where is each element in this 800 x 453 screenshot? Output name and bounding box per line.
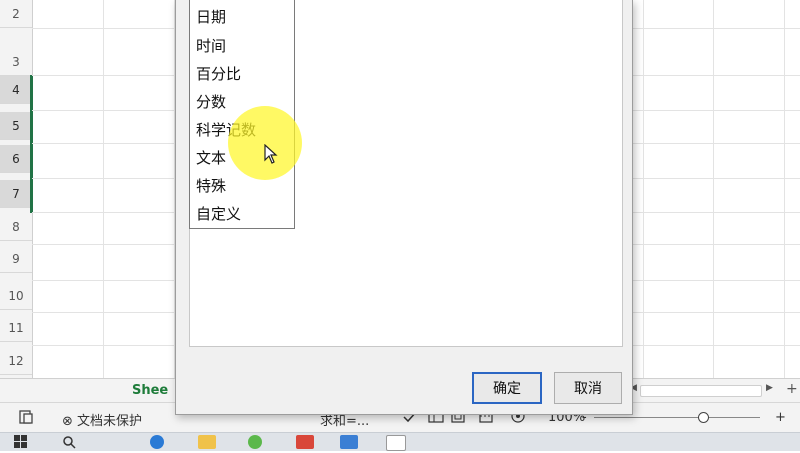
excel-icon[interactable] — [340, 435, 358, 449]
category-item-time[interactable]: 时间 — [196, 35, 226, 56]
row-gridline — [631, 75, 800, 76]
row-header[interactable]: 2 — [0, 0, 32, 28]
row-gridline — [32, 75, 175, 76]
sheet-tab[interactable]: Shee — [132, 379, 168, 403]
zoom-in-button[interactable]: + — [775, 410, 786, 425]
row-header-selected[interactable]: 5 — [0, 112, 32, 140]
zoom-slider-thumb[interactable] — [698, 412, 709, 423]
windows-taskbar — [0, 432, 800, 451]
row-gridline — [631, 110, 800, 111]
column-gridline — [784, 0, 785, 378]
selection-indicator — [30, 75, 33, 213]
category-item-fraction[interactable]: 分数 — [196, 91, 226, 112]
row-gridline — [631, 212, 800, 213]
row-gridline — [631, 143, 800, 144]
scroll-right-icon[interactable]: ▶ — [766, 383, 773, 393]
row-gridline — [32, 178, 175, 179]
mouse-cursor-icon — [264, 143, 278, 168]
row-gridline — [32, 110, 175, 111]
cursor-highlight — [228, 106, 302, 180]
row-header-selected[interactable]: 4 — [0, 76, 32, 104]
row-header[interactable]: 10 — [0, 282, 32, 310]
row-gridline — [32, 212, 175, 213]
column-gridline — [103, 0, 104, 378]
wechat-icon[interactable] — [248, 435, 262, 449]
row-header[interactable]: 8 — [0, 213, 32, 241]
row-gridline — [631, 345, 800, 346]
row-header-column: 2 3 4 5 6 7 8 9 10 11 12 — [0, 0, 33, 378]
folder-icon[interactable] — [198, 435, 216, 449]
row-header-selected[interactable]: 6 — [0, 145, 32, 173]
category-item-special[interactable]: 特殊 — [196, 175, 226, 196]
horizontal-scrollbar[interactable] — [640, 385, 762, 397]
windows-start-icon[interactable] — [14, 435, 32, 449]
cancel-button[interactable]: 取消 — [554, 372, 622, 404]
row-gridline — [32, 312, 175, 313]
app-icon[interactable] — [296, 435, 314, 449]
category-item-date[interactable]: 日期 — [196, 6, 226, 27]
row-gridline — [631, 280, 800, 281]
column-gridline — [713, 0, 714, 378]
category-item-percentage[interactable]: 百分比 — [196, 63, 241, 84]
row-gridline — [631, 312, 800, 313]
category-item-custom[interactable]: 自定义 — [196, 203, 241, 224]
shield-icon: ⊗ — [62, 414, 73, 429]
ok-button[interactable]: 确定 — [472, 372, 542, 404]
row-gridline — [32, 143, 175, 144]
row-header-selected[interactable]: 7 — [0, 180, 32, 208]
add-icon[interactable]: + — [786, 381, 798, 397]
notepad-icon[interactable] — [386, 435, 406, 451]
row-gridline — [631, 244, 800, 245]
row-gridline — [631, 178, 800, 179]
row-header[interactable]: 11 — [0, 314, 32, 342]
row-gridline — [32, 28, 175, 29]
row-gridline — [32, 280, 175, 281]
protection-status[interactable]: ⊗ 文档未保护 — [62, 410, 142, 429]
row-header[interactable]: 12 — [0, 347, 32, 375]
row-header[interactable]: 3 — [0, 48, 32, 76]
row-gridline — [631, 28, 800, 29]
search-icon[interactable] — [62, 435, 80, 449]
edge-icon[interactable] — [150, 435, 164, 449]
sheet-view-icon[interactable] — [18, 409, 34, 429]
row-gridline — [32, 244, 175, 245]
zoom-slider[interactable] — [594, 417, 760, 418]
category-item-text[interactable]: 文本 — [196, 147, 226, 168]
column-gridline — [643, 0, 644, 378]
row-header[interactable]: 9 — [0, 245, 32, 273]
row-gridline — [32, 345, 175, 346]
